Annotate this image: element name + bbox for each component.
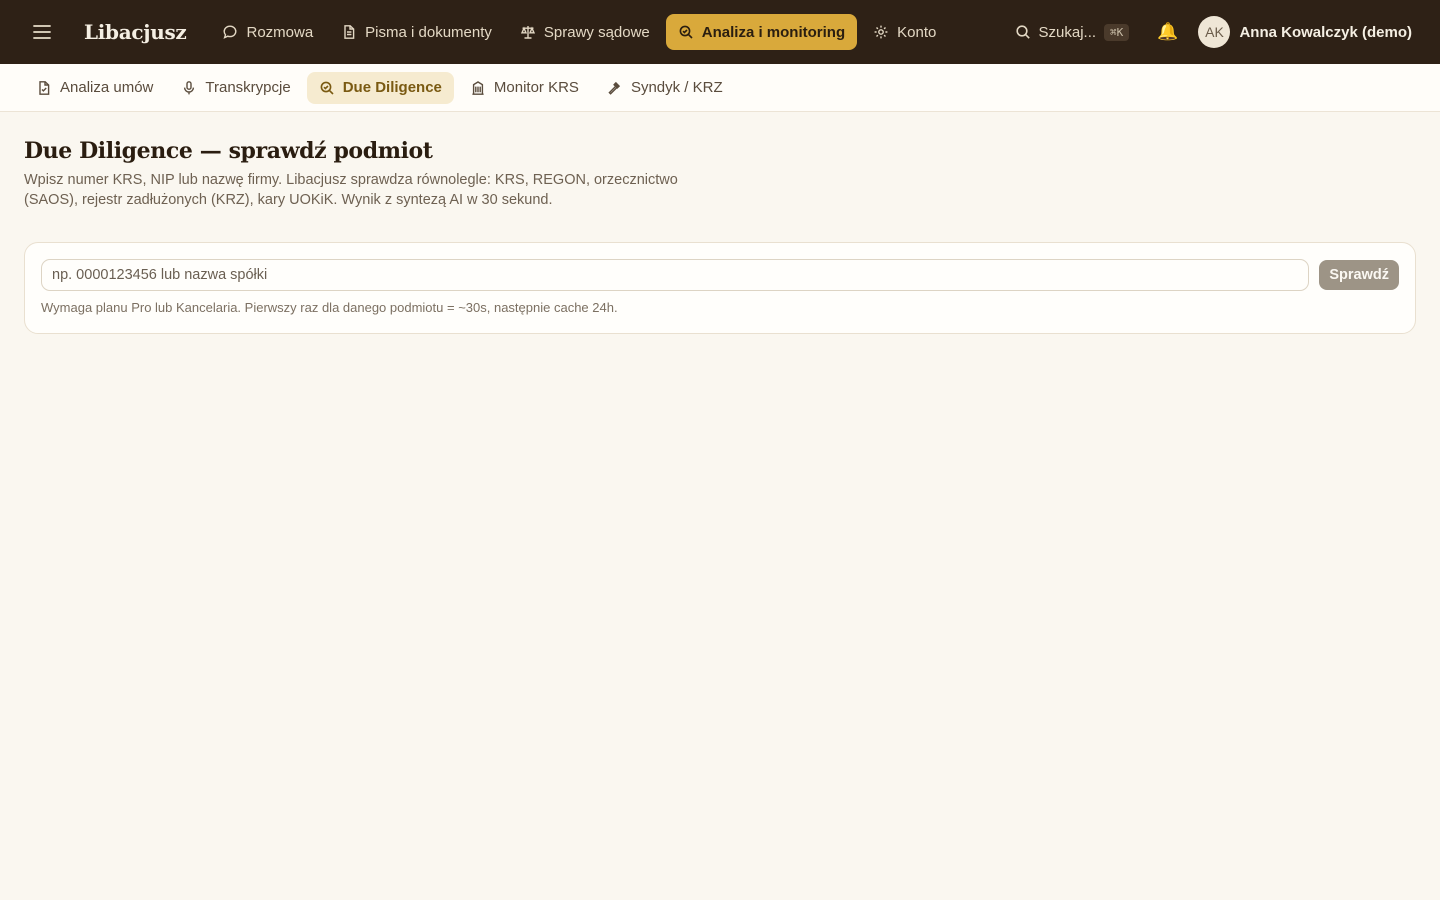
- search-row: Sprawdź: [41, 259, 1399, 291]
- nav-item-label: Konto: [897, 23, 937, 41]
- nav-item-rozmowa[interactable]: Rozmowa: [210, 14, 325, 50]
- document-icon: [344, 25, 355, 39]
- scales-icon: [520, 26, 535, 39]
- subnav-item-due-diligence[interactable]: Due Diligence: [306, 71, 454, 104]
- nav-item-analiza[interactable]: Analiza i monitoring: [665, 14, 858, 50]
- subnav-item-label: Monitor KRS: [493, 79, 579, 96]
- search-label: Szukaj...: [1038, 23, 1097, 41]
- check-button[interactable]: Sprawdź: [1319, 260, 1399, 290]
- nav-item-sprawy[interactable]: Sprawy sądowe: [508, 14, 662, 50]
- main-content: Due Diligence — sprawdź podmiot Wpisz nu…: [0, 112, 1440, 334]
- top-right-area: Szukaj... ⌘K 🔔 AK Anna Kowalczyk (demo): [1015, 16, 1412, 48]
- top-bar: Libacjusz Rozmowa Pisma i dokumenty Spra…: [0, 0, 1440, 64]
- nav-item-label: Pisma i dokumenty: [365, 23, 492, 41]
- document-check-icon: [39, 80, 50, 95]
- plan-hint: Wymaga planu Pro lub Kancelaria. Pierwsz…: [41, 300, 618, 315]
- subnav-item-analiza-umow[interactable]: Analiza umów: [24, 72, 165, 104]
- avatar: AK: [1198, 16, 1231, 48]
- sub-nav: Analiza umów Transkrypcje Due Diligence …: [0, 64, 1440, 112]
- nav-item-pisma[interactable]: Pisma i dokumenty: [329, 14, 504, 50]
- notification-bell-icon[interactable]: 🔔: [1157, 22, 1178, 42]
- nav-item-label: Sprawy sądowe: [543, 23, 650, 41]
- building-icon: [472, 80, 484, 95]
- subnav-item-syndyk[interactable]: Syndyk / KRZ: [595, 72, 735, 104]
- subnav-item-label: Syndyk / KRZ: [630, 79, 723, 96]
- subnav-item-monitor-krs[interactable]: Monitor KRS: [458, 72, 591, 104]
- microphone-icon: [184, 80, 195, 94]
- chat-bubble-icon: [223, 25, 237, 39]
- subnav-item-transkrypcje[interactable]: Transkrypcje: [169, 72, 302, 104]
- search-icon: [1015, 25, 1030, 39]
- gavel-icon: [608, 81, 621, 95]
- page-title: Due Diligence — sprawdź podmiot: [24, 138, 433, 164]
- page-description: Wpisz numer KRS, NIP lub nazwę firmy. Li…: [24, 172, 678, 208]
- subnav-item-label: Transkrypcje: [205, 79, 291, 96]
- company-search-input[interactable]: [41, 259, 1310, 291]
- hamburger-menu-icon[interactable]: [30, 20, 54, 44]
- brand-logo[interactable]: Libacjusz: [84, 20, 187, 44]
- search-shortcut-badge: ⌘K: [1104, 23, 1130, 41]
- user-menu[interactable]: AK Anna Kowalczyk (demo): [1198, 16, 1412, 48]
- subnav-item-label: Analiza umów: [60, 79, 154, 96]
- main-nav: Rozmowa Pisma i dokumenty Sprawy sądowe …: [210, 14, 948, 50]
- nav-item-konto[interactable]: Konto: [861, 14, 948, 50]
- nav-item-label: Analiza i monitoring: [701, 23, 846, 41]
- subnav-item-label: Due Diligence: [342, 79, 442, 96]
- magnifier-icon: [320, 81, 334, 95]
- magnifier-icon: [679, 25, 693, 39]
- nav-item-label: Rozmowa: [246, 23, 314, 41]
- due-diligence-form-card: Sprawdź Wymaga planu Pro lub Kancelaria.…: [24, 242, 1416, 334]
- gear-icon: [874, 25, 888, 39]
- global-search-button[interactable]: Szukaj... ⌘K: [1015, 23, 1130, 41]
- user-name: Anna Kowalczyk (demo): [1239, 23, 1412, 41]
